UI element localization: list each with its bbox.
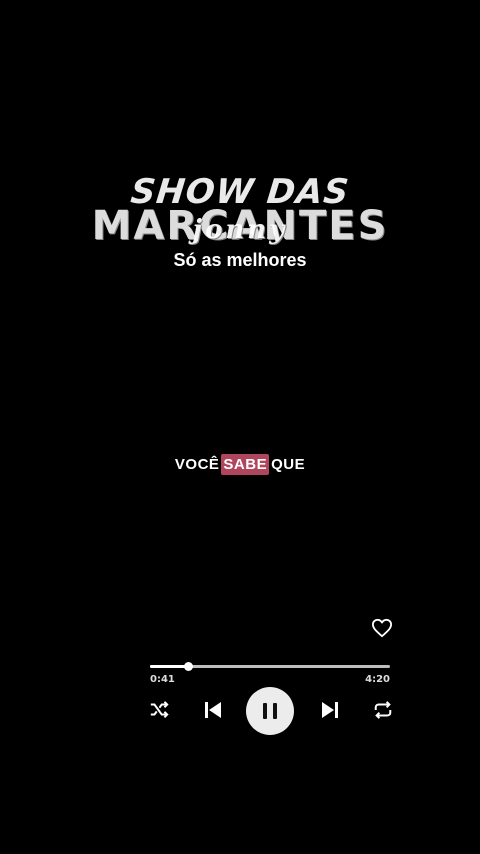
progress-fill [150,665,189,668]
subtitle: Só as melhores [173,250,307,270]
lyric-word-highlighted: SABE [221,454,270,475]
lyrics-line: VOCÊ SABE QUE [0,454,480,475]
elapsed-time: 0:41 [150,674,175,685]
album-title-block: SHOW DAS MARCANTES jonny Só as melhores [0,172,480,271]
progress-bar[interactable] [150,662,390,671]
shuffle-icon[interactable] [148,700,170,720]
heart-icon[interactable] [371,618,393,638]
repeat-icon[interactable] [372,700,394,720]
total-duration: 4:20 [365,674,390,685]
title-line-2: MARCANTES jonny [0,206,480,246]
artist-signature: jonny [192,215,288,245]
lyric-word: VOCÊ [174,456,220,473]
pause-button[interactable] [246,687,294,735]
previous-icon[interactable] [203,700,223,720]
lyric-word: QUE [271,456,306,473]
next-icon[interactable] [320,700,340,720]
pause-icon-bar [263,703,267,719]
progress-knob[interactable] [184,662,194,671]
pause-icon-bar [273,703,277,719]
